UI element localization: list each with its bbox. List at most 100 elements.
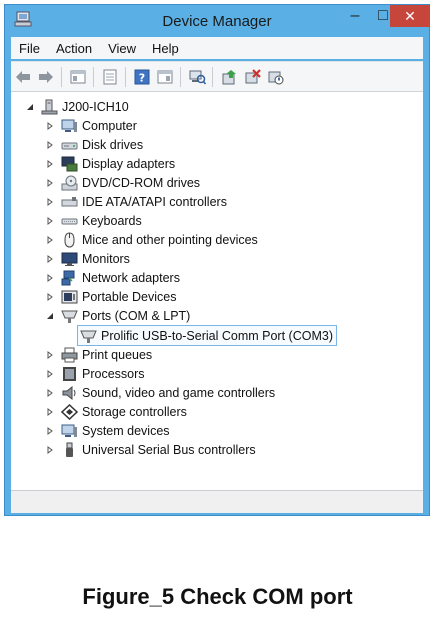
- tree-root-label: J200-ICH10: [62, 100, 129, 114]
- tree-item-label: Universal Serial Bus controllers: [82, 443, 256, 457]
- disable-icon[interactable]: [264, 66, 286, 88]
- tree-item-label: Print queues: [82, 348, 153, 362]
- tree-item-storage-controllers[interactable]: Storage controllers: [45, 403, 187, 421]
- tree-item-monitors[interactable]: Monitors: [45, 250, 130, 268]
- menu-view[interactable]: View: [100, 41, 144, 56]
- expand-arrow-icon[interactable]: [45, 350, 55, 360]
- tree-item-label: Monitors: [82, 252, 130, 266]
- forward-icon[interactable]: [35, 66, 57, 88]
- update-driver-icon[interactable]: [218, 66, 240, 88]
- tree-item-label: Prolific USB-to-Serial Comm Port (COM3): [101, 328, 333, 343]
- usb-icon: [61, 442, 78, 459]
- show-hidden-icon[interactable]: [154, 66, 176, 88]
- tree-item-network-adapters[interactable]: Network adapters: [45, 269, 180, 287]
- collapse-arrow-icon[interactable]: [25, 102, 35, 112]
- expand-arrow-icon[interactable]: [45, 159, 55, 169]
- tree-item-dvd-cd-rom-drives[interactable]: DVD/CD-ROM drives: [45, 174, 200, 192]
- tree-item-print-queues[interactable]: Print queues: [45, 346, 152, 364]
- tree-item-system-devices[interactable]: System devices: [45, 422, 170, 440]
- mouse-icon: [61, 232, 78, 249]
- figure-caption: Figure_5 Check COM port: [82, 584, 353, 609]
- minimize-button[interactable]: –: [341, 5, 369, 27]
- toolbar-separator: [125, 66, 126, 87]
- disk-drive-icon: [61, 137, 78, 154]
- expand-arrow-icon[interactable]: [45, 140, 55, 150]
- tree-item-keyboards[interactable]: Keyboards: [45, 212, 142, 230]
- system-device-icon: [61, 423, 78, 440]
- tree-item-processors[interactable]: Processors: [45, 365, 145, 383]
- tree-item-label: Computer: [82, 119, 137, 133]
- speaker-icon: [61, 385, 78, 402]
- tree-item-label: Mice and other pointing devices: [82, 233, 258, 247]
- help-icon[interactable]: ?: [131, 66, 153, 88]
- tree-item-disk-drives[interactable]: Disk drives: [45, 136, 143, 154]
- tree-item-display-adapters[interactable]: Display adapters: [45, 155, 175, 173]
- scan-hardware-icon[interactable]: [186, 66, 208, 88]
- tree-item-ide-ata-atapi-controllers[interactable]: IDE ATA/ATAPI controllers: [45, 193, 227, 211]
- expand-arrow-icon[interactable]: [45, 216, 55, 226]
- portable-device-icon: [61, 289, 78, 306]
- processor-icon: [61, 366, 78, 383]
- expand-arrow-icon[interactable]: [45, 426, 55, 436]
- expand-arrow-icon[interactable]: [45, 407, 55, 417]
- tree-item-mice[interactable]: Mice and other pointing devices: [45, 231, 258, 249]
- dvd-drive-icon: [61, 175, 78, 192]
- tree-item-label: Portable Devices: [82, 290, 177, 304]
- tree-item-label: Network adapters: [82, 271, 180, 285]
- computer-icon: [41, 99, 58, 116]
- tree-item-label: Display adapters: [82, 157, 176, 171]
- expand-arrow-icon[interactable]: [45, 121, 55, 131]
- device-manager-window: Device Manager – □ ✕ File Action View He…: [4, 4, 430, 516]
- menu-help[interactable]: Help: [144, 41, 187, 56]
- tree-item-sound-video-game[interactable]: Sound, video and game controllers: [45, 384, 275, 402]
- expand-arrow-icon[interactable]: [45, 445, 55, 455]
- network-adapter-icon: [61, 270, 78, 287]
- expand-arrow-icon[interactable]: [45, 369, 55, 379]
- computer-icon: [61, 118, 78, 135]
- keyboard-icon: [61, 213, 78, 230]
- tree-item-computer[interactable]: Computer: [45, 117, 137, 135]
- menu-file[interactable]: File: [11, 41, 48, 56]
- expand-arrow-icon[interactable]: [45, 178, 55, 188]
- expand-arrow-icon[interactable]: [45, 235, 55, 245]
- storage-controller-icon: [61, 404, 78, 421]
- tree-item-portable-devices[interactable]: Portable Devices: [45, 288, 177, 306]
- expand-arrow-icon[interactable]: [45, 254, 55, 264]
- tree-item-label: Ports (COM & LPT): [82, 309, 191, 323]
- tree-item-label: Storage controllers: [82, 405, 187, 419]
- toolbar-separator: [212, 66, 213, 87]
- menu-action[interactable]: Action: [48, 41, 100, 56]
- display-adapter-icon: [61, 156, 78, 173]
- printer-icon: [61, 347, 78, 364]
- expand-arrow-icon[interactable]: [45, 388, 55, 398]
- serial-port-icon: [80, 327, 97, 344]
- device-tree[interactable]: J200-ICH10 Computer Disk drives Display …: [11, 91, 423, 490]
- tree-item-label: IDE ATA/ATAPI controllers: [82, 195, 227, 209]
- back-icon[interactable]: [12, 66, 34, 88]
- monitor-icon: [61, 251, 78, 268]
- svg-text:?: ?: [139, 71, 145, 84]
- expand-arrow-icon[interactable]: [45, 292, 55, 302]
- toolbar-separator: [180, 66, 181, 87]
- status-bar: [11, 490, 423, 513]
- uninstall-icon[interactable]: [241, 66, 263, 88]
- tree-root[interactable]: J200-ICH10: [25, 98, 129, 116]
- tree-item-label: DVD/CD-ROM drives: [82, 176, 201, 190]
- tree-item-label: Keyboards: [82, 214, 142, 228]
- tree-item-label: System devices: [82, 424, 170, 438]
- tree-item-label: Sound, video and game controllers: [82, 386, 276, 400]
- tree-item-ports[interactable]: Ports (COM & LPT): [45, 307, 190, 325]
- properties-view-icon[interactable]: [67, 66, 89, 88]
- expand-arrow-icon[interactable]: [45, 273, 55, 283]
- tree-item-label: Processors: [82, 367, 145, 381]
- close-button[interactable]: ✕: [390, 5, 430, 27]
- properties-icon[interactable]: [99, 66, 121, 88]
- expand-arrow-icon[interactable]: [45, 197, 55, 207]
- tree-item-label: Disk drives: [82, 138, 144, 152]
- toolbar-separator: [93, 66, 94, 87]
- toolbar: ?: [11, 61, 423, 92]
- collapse-arrow-icon[interactable]: [45, 311, 55, 321]
- tree-item-usb-controllers[interactable]: Universal Serial Bus controllers: [45, 441, 256, 459]
- tree-item-prolific-com3[interactable]: Prolific USB-to-Serial Comm Port (COM3): [77, 325, 337, 346]
- title-bar[interactable]: Device Manager – □ ✕: [5, 5, 430, 38]
